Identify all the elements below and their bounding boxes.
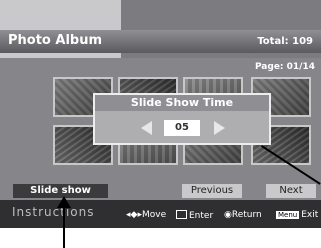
slide-time-value[interactable]: 05 (164, 120, 200, 136)
previous-button[interactable]: Previous (182, 184, 242, 198)
move-instruction: ◂◆▸Move (126, 210, 166, 220)
menu-key-icon: Menu (276, 211, 300, 219)
next-button[interactable]: Next (266, 184, 316, 198)
enter-instruction: Enter (176, 210, 213, 221)
photo-album-screen: Photo Album Total: 109 Page: 01/14 Slide… (0, 0, 321, 248)
exit-label: Exit (301, 210, 319, 220)
page-title: Photo Album (8, 33, 103, 48)
increase-arrow-icon[interactable] (214, 121, 225, 135)
return-label: Return (231, 210, 262, 220)
return-icon: ◉ (224, 210, 232, 220)
slide-show-time-dialog: Slide Show Time 05 (93, 93, 271, 145)
pointer-arrow-shaft (63, 207, 65, 248)
dialog-title: Slide Show Time (95, 95, 269, 111)
enter-key-icon (176, 210, 187, 219)
decrease-arrow-icon[interactable] (141, 121, 152, 135)
page-indicator: Page: 01/14 (254, 62, 315, 72)
total-count: Total: 109 (257, 36, 313, 47)
enter-label: Enter (189, 211, 214, 221)
return-instruction: ◉Return (224, 210, 262, 220)
exit-instruction: Menu Exit (276, 210, 318, 220)
move-label: Move (141, 210, 167, 220)
bottom-margin (0, 228, 321, 248)
arrows-icon: ◂◆▸ (126, 210, 142, 220)
instructions-label: Instructions (12, 205, 95, 219)
